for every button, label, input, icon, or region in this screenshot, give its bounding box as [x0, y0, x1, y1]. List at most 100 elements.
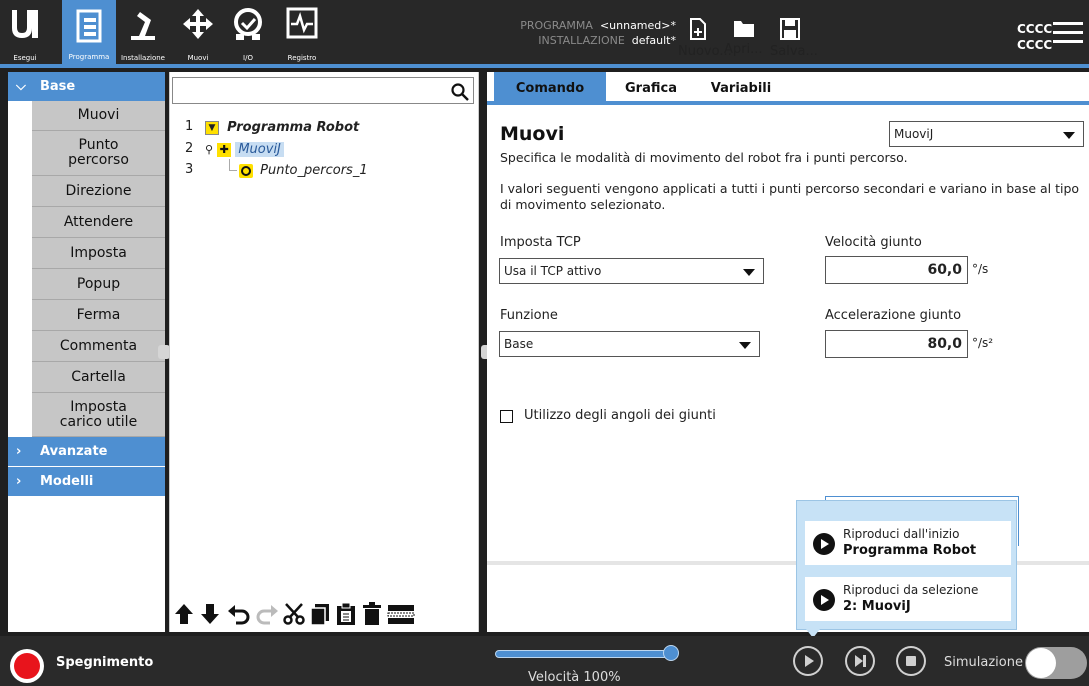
save-program-label: Salva...: [770, 44, 818, 59]
sidebar-item-commenta[interactable]: Commenta: [32, 331, 165, 362]
nav-io-label: I/O: [243, 54, 253, 62]
joint-angles-checkbox[interactable]: [500, 410, 513, 423]
chevron-right-icon: ›: [16, 444, 22, 459]
tab-comando[interactable]: Comando: [494, 72, 606, 105]
suppress-icon[interactable]: [387, 602, 415, 626]
nav-installazione-button[interactable]: Installazione: [116, 6, 170, 62]
sidebar-item-direzione[interactable]: Direzione: [32, 176, 165, 207]
user-identifier: CCCC CCCC: [1017, 21, 1052, 53]
new-program-button[interactable]: Nuovo...: [678, 18, 732, 59]
joint-speed-label: Velocità giunto: [825, 235, 922, 250]
sidebar-item-ferma[interactable]: Ferma: [32, 300, 165, 331]
nav-registro-button[interactable]: Registro: [280, 6, 324, 62]
command-description: Specifica le modalità di movimento del r…: [500, 150, 908, 165]
chevron-down-icon: [739, 342, 751, 349]
category-base-label: Base: [40, 79, 76, 94]
redo-icon[interactable]: [255, 602, 279, 626]
play-icon: [813, 533, 835, 555]
tree-node-program[interactable]: ▼ Programma Robot: [205, 119, 359, 137]
cut-icon[interactable]: [283, 602, 305, 626]
paste-icon[interactable]: [335, 602, 357, 626]
step-icon: [847, 648, 873, 674]
hamburger-menu-icon[interactable]: [1053, 22, 1083, 44]
joint-accel-field[interactable]: 80,0: [825, 330, 968, 358]
step-button[interactable]: [845, 646, 875, 676]
stop-button[interactable]: [896, 646, 926, 676]
open-program-button[interactable]: Apri...: [724, 18, 764, 57]
play-from-selection-button[interactable]: Riproduci da selezione 2: MuoviJ: [805, 577, 1011, 621]
feature-select[interactable]: Base: [499, 331, 760, 357]
tree-node-waypoint[interactable]: Punto_percors_1: [239, 162, 368, 180]
sidebar-item-attendere[interactable]: Attendere: [32, 207, 165, 238]
power-label: Spegnimento: [56, 655, 154, 670]
tab-grafica[interactable]: Grafica: [606, 72, 696, 105]
move-down-icon[interactable]: [199, 602, 221, 626]
category-modelli-label: Modelli: [40, 474, 94, 489]
tree-node-muovij[interactable]: ⚲ ✚ MuoviJ: [205, 141, 284, 159]
toggle-knob: [1026, 648, 1056, 678]
joint-speed-unit: °/s: [972, 262, 989, 276]
joint-accel-unit: °/s²: [972, 336, 994, 350]
sidebar-item-imposta[interactable]: Imposta: [32, 238, 165, 269]
top-bar-accent: [0, 64, 1089, 68]
sidebar-item-label: Imposta carico utile: [59, 398, 138, 430]
sidebar-item-label: Commenta: [59, 337, 138, 354]
command-info: I valori seguenti vengono applicati a tu…: [500, 181, 1080, 212]
play-from-start-line2: Programma Robot: [843, 543, 977, 558]
tcp-select[interactable]: Usa il TCP attivo: [499, 258, 764, 284]
sidebar-item-cartella[interactable]: Cartella: [32, 362, 165, 393]
nav-installazione-label: Installazione: [120, 54, 165, 62]
robot-arm-icon: [131, 12, 155, 40]
chevron-down-icon: ⌵: [16, 79, 26, 94]
tree-toolbar: [169, 598, 479, 632]
io-icon: [234, 8, 262, 40]
play-button[interactable]: [793, 646, 823, 676]
nav-programma-label: Programma: [68, 53, 110, 61]
move-node-icon: ✚: [217, 143, 232, 157]
pin-icon: ⚲: [205, 143, 214, 156]
move-up-icon[interactable]: [173, 602, 195, 626]
delete-icon[interactable]: [361, 602, 383, 626]
speed-slider[interactable]: [495, 650, 671, 658]
simulation-toggle[interactable]: [1025, 647, 1087, 679]
sidebar-item-imposta-carico-utile[interactable]: Imposta carico utile: [32, 393, 165, 437]
joint-speed-field[interactable]: 60,0: [825, 256, 968, 284]
user-line-1: CCCC: [1017, 22, 1053, 36]
category-avanzate[interactable]: › Avanzate: [8, 437, 165, 466]
undo-icon[interactable]: [227, 602, 251, 626]
sidebar-item-popup[interactable]: Popup: [32, 269, 165, 300]
power-button[interactable]: [10, 649, 44, 683]
nav-muovi-button[interactable]: Muovi: [176, 6, 220, 62]
save-icon: [780, 18, 800, 40]
sidebar-item-punto-percorso[interactable]: Punto percorso: [32, 131, 165, 176]
chevron-down-icon: [1063, 132, 1075, 139]
folder-icon: [734, 21, 754, 37]
category-base[interactable]: ⌵ Base: [8, 72, 165, 101]
sidebar-item-muovi[interactable]: Muovi: [32, 101, 165, 131]
search-icon[interactable]: [451, 83, 469, 101]
open-program-label: Apri...: [724, 42, 763, 57]
save-program-button[interactable]: Salva...: [770, 18, 818, 59]
tree-node-program-label: Programma Robot: [227, 120, 360, 135]
program-key: PROGRAMMA: [520, 19, 593, 32]
nav-registro-label: Registro: [287, 54, 317, 62]
tree-search-input[interactable]: [172, 77, 474, 104]
user-line-2: CCCC: [1017, 38, 1053, 52]
play-from-start-button[interactable]: Riproduci dall'inizio Programma Robot: [805, 521, 1011, 565]
category-modelli[interactable]: › Modelli: [8, 467, 165, 496]
command-title: Muovi: [500, 123, 565, 145]
copy-icon[interactable]: [309, 602, 331, 626]
nav-io-button[interactable]: I/O: [226, 6, 270, 62]
nav-esegui-button[interactable]: Esegui: [6, 6, 44, 62]
play-icon: [795, 648, 821, 674]
move-type-select[interactable]: MuoviJ: [889, 121, 1084, 147]
tab-variabili[interactable]: Variabili: [696, 72, 786, 105]
nav-programma-button[interactable]: Programma: [62, 0, 116, 64]
joint-angles-label: Utilizzo degli angoli dei giunti: [524, 408, 716, 423]
expand-arrow-icon: ▼: [205, 120, 219, 135]
program-tree-icon: [76, 9, 102, 43]
sidebar-item-label: Punto percorso: [68, 137, 129, 168]
tree-line-number: 2: [185, 141, 194, 156]
install-key: INSTALLAZIONE: [538, 34, 625, 47]
speed-slider-handle[interactable]: [663, 645, 679, 661]
